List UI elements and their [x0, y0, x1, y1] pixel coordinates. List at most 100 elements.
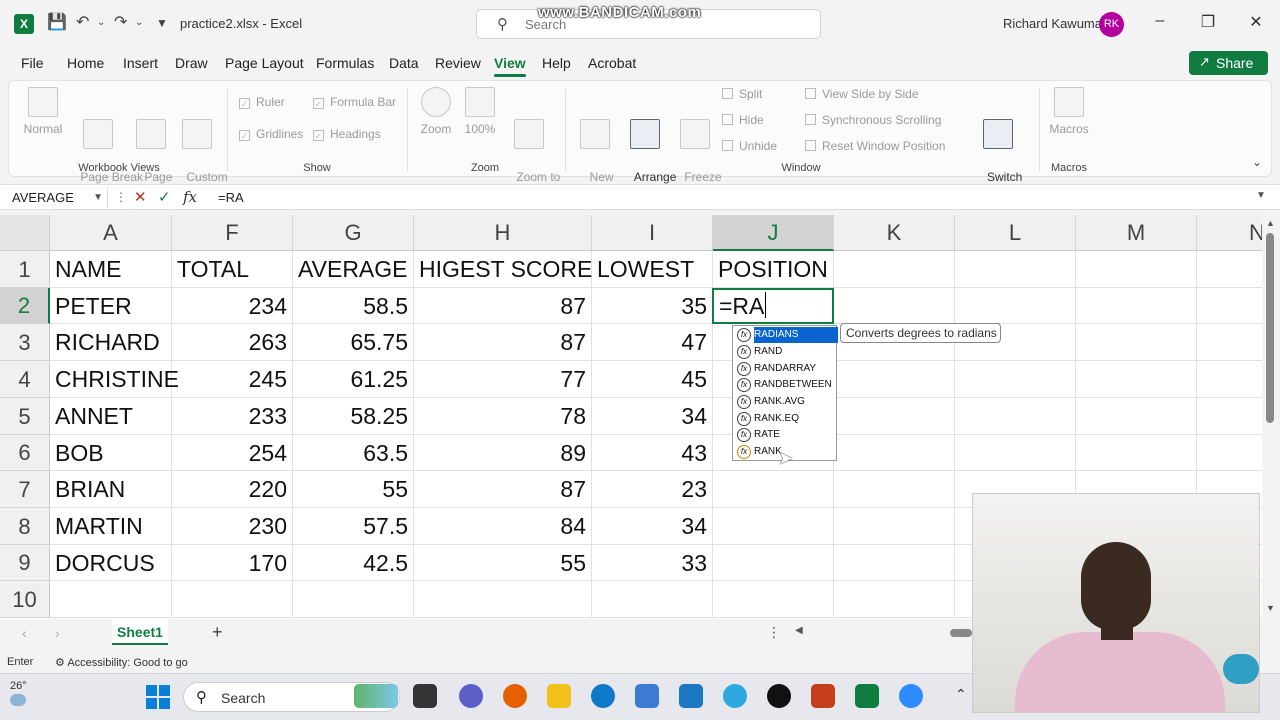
next-sheet-icon[interactable]: ›	[55, 625, 60, 641]
column-header-m[interactable]: M	[1076, 215, 1197, 251]
column-header-j[interactable]: J	[713, 215, 834, 251]
add-sheet-icon[interactable]: +	[212, 622, 223, 643]
cell-n5[interactable]	[1197, 398, 1262, 435]
tab-home[interactable]: Home	[67, 55, 104, 71]
cell-g5[interactable]: 58.25	[293, 398, 414, 435]
cell-h2[interactable]: 87	[414, 288, 592, 324]
myhp-icon[interactable]	[679, 684, 703, 708]
start-icon[interactable]	[146, 685, 170, 709]
cell-l4[interactable]	[955, 361, 1076, 398]
zoom-app-icon[interactable]	[899, 684, 923, 708]
column-header-h[interactable]: H	[414, 215, 592, 251]
zoom-100-button[interactable]: 100%	[459, 87, 501, 137]
cell-g9[interactable]: 42.5	[293, 545, 414, 581]
cell-k6[interactable]	[834, 435, 955, 471]
autocomplete-item-rank-avg[interactable]: fx RANK.AVG	[734, 394, 836, 410]
sheet-tab-sheet1[interactable]: Sheet1	[112, 619, 168, 645]
headings-checkbox[interactable]: ✓ Headings	[313, 127, 381, 141]
cell-f5[interactable]: 233	[172, 398, 293, 435]
row-header-3[interactable]: 3	[0, 324, 50, 361]
cell-i7[interactable]: 23	[592, 471, 713, 508]
cell-k4[interactable]	[834, 361, 955, 398]
chevron-down-icon[interactable]: ▼	[93, 187, 103, 208]
customize-qat-icon[interactable]: ▼	[156, 16, 168, 30]
cell-k8[interactable]	[834, 508, 955, 545]
cell-j7[interactable]	[713, 471, 834, 508]
share-button[interactable]: ↗ Share	[1189, 51, 1268, 75]
cell-h6[interactable]: 89	[414, 435, 592, 471]
synchronous-scrolling-button[interactable]: Synchronous Scrolling	[805, 113, 941, 127]
gridlines-checkbox[interactable]: ✓ Gridlines	[239, 127, 303, 141]
row-header-9[interactable]: 9	[0, 545, 50, 581]
avatar[interactable]: RK	[1099, 12, 1124, 37]
cell-i4[interactable]: 45	[592, 361, 713, 398]
cell-h9[interactable]: 55	[414, 545, 592, 581]
cell-n1[interactable]	[1197, 251, 1262, 288]
column-header-f[interactable]: F	[172, 215, 293, 251]
cell-g3[interactable]: 65.75	[293, 324, 414, 361]
cell-j10[interactable]	[713, 581, 834, 618]
redo-dropdown-icon[interactable]: ⌄	[135, 17, 143, 28]
cell-h1[interactable]: HIGEST SCORE	[414, 251, 592, 288]
tab-file[interactable]: File	[21, 55, 44, 71]
cell-i10[interactable]	[592, 581, 713, 618]
cell-a3[interactable]: RICHARD	[50, 324, 172, 361]
cell-i3[interactable]: 47	[592, 324, 713, 361]
row-header-6[interactable]: 6	[0, 435, 50, 471]
cell-f10[interactable]	[172, 581, 293, 618]
select-all-corner[interactable]	[0, 215, 50, 251]
row-header-10[interactable]: 10	[0, 581, 50, 618]
hide-button[interactable]: Hide	[722, 113, 764, 127]
cell-j9[interactable]	[713, 545, 834, 581]
cell-m2[interactable]	[1076, 288, 1197, 324]
cell-f9[interactable]: 170	[172, 545, 293, 581]
redo-icon[interactable]: ↷	[114, 12, 127, 32]
accessibility-status[interactable]: ⚙ Accessibility: Good to go	[55, 656, 188, 669]
cell-k7[interactable]	[834, 471, 955, 508]
horizontal-scrollbar[interactable]: ◀	[795, 625, 972, 639]
column-header-k[interactable]: K	[834, 215, 955, 251]
function-autocomplete-list[interactable]: fx RADIANS fx RAND fx RANDARRAY fx RANDBETWE…	[732, 325, 839, 461]
cell-a8[interactable]: MARTIN	[50, 508, 172, 545]
cell-g6[interactable]: 63.5	[293, 435, 414, 471]
cell-g2[interactable]: 58.5	[293, 288, 414, 324]
minimize-icon[interactable]: –	[1150, 12, 1170, 30]
task-view-icon[interactable]	[413, 684, 437, 708]
cell-f8[interactable]: 230	[172, 508, 293, 545]
landscape-widget-icon[interactable]	[354, 684, 398, 708]
undo-icon[interactable]: ↶	[76, 12, 89, 32]
cell-h7[interactable]: 87	[414, 471, 592, 508]
cell-k9[interactable]	[834, 545, 955, 581]
autocomplete-item-radians[interactable]: fx RADIANS	[734, 327, 839, 343]
autocomplete-item-randbetween[interactable]: fx RANDBETWEEN	[734, 377, 836, 393]
column-header-n[interactable]: N	[1197, 215, 1262, 251]
autocomplete-item-rate[interactable]: fx RATE	[734, 427, 836, 443]
cell-f4[interactable]: 245	[172, 361, 293, 398]
cell-k10[interactable]	[834, 581, 955, 618]
column-header-l[interactable]: L	[955, 215, 1076, 251]
cell-j8[interactable]	[713, 508, 834, 545]
name-box[interactable]: AVERAGE ▼	[8, 187, 108, 208]
column-header-a[interactable]: A	[50, 215, 172, 251]
save-icon[interactable]: 💾	[47, 12, 67, 32]
cell-m5[interactable]	[1076, 398, 1197, 435]
cell-a7[interactable]: BRIAN	[50, 471, 172, 508]
edge-icon[interactable]	[591, 684, 615, 708]
cell-m6[interactable]	[1076, 435, 1197, 471]
row-header-1[interactable]: 1	[0, 251, 50, 288]
cell-a9[interactable]: DORCUS	[50, 545, 172, 581]
user-name[interactable]: Richard Kawuma	[1003, 16, 1102, 31]
cell-n4[interactable]	[1197, 361, 1262, 398]
excel-taskbar-icon[interactable]	[855, 684, 879, 708]
cell-k5[interactable]	[834, 398, 955, 435]
tab-formulas[interactable]: Formulas	[316, 55, 374, 71]
cell-g8[interactable]: 57.5	[293, 508, 414, 545]
cell-l5[interactable]	[955, 398, 1076, 435]
cell-n6[interactable]	[1197, 435, 1262, 471]
cell-a6[interactable]: BOB	[50, 435, 172, 471]
cell-a5[interactable]: ANNET	[50, 398, 172, 435]
tab-split-handle-icon[interactable]: ⋮	[767, 624, 781, 641]
cell-g10[interactable]	[293, 581, 414, 618]
column-header-g[interactable]: G	[293, 215, 414, 251]
row-header-2[interactable]: 2	[0, 288, 50, 324]
